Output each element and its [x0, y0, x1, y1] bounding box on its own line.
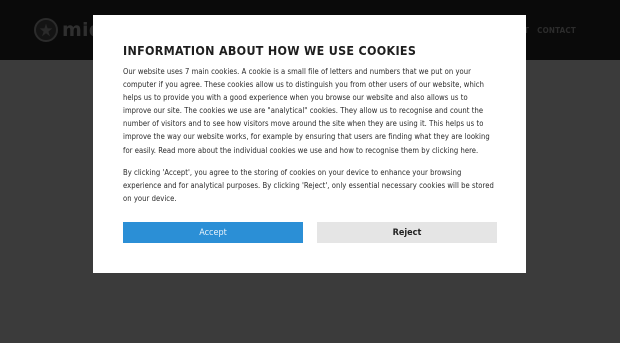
accept-button[interactable]: Accept	[123, 222, 303, 243]
cookie-info-paragraph: Our website uses 7 main cookies. A cooki…	[123, 67, 490, 155]
dialog-title: INFORMATION ABOUT HOW WE USE COOKIES	[123, 43, 417, 58]
reject-button[interactable]: Reject	[317, 222, 497, 243]
nav-link-contact[interactable]: CONTACT	[537, 26, 576, 35]
dialog-actions: Accept Reject	[123, 222, 497, 243]
cookie-consent-dialog: INFORMATION ABOUT HOW WE USE COOKIES Our…	[93, 15, 526, 273]
consent-info-paragraph: By clicking 'Accept', you agree to the s…	[123, 167, 494, 203]
logo-star-icon	[34, 18, 58, 42]
